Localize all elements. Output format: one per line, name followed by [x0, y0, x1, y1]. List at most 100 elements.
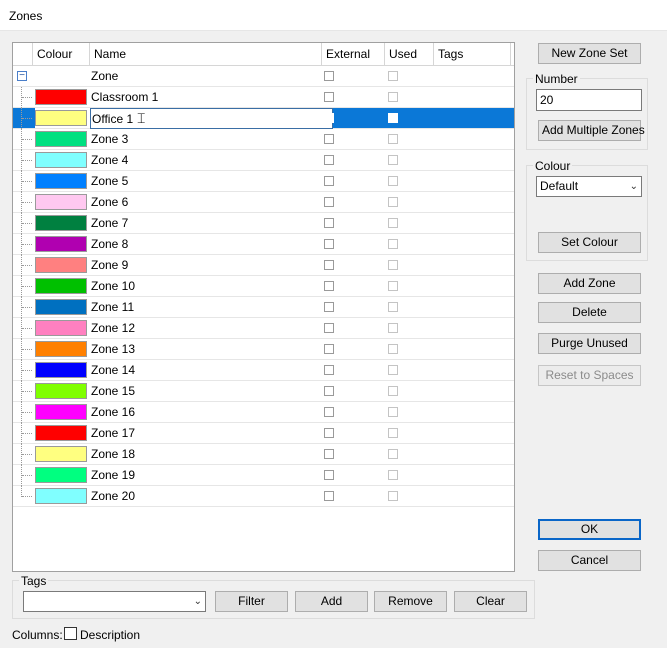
- zone-name-cell[interactable]: Zone 14: [90, 360, 333, 381]
- external-checkbox[interactable]: [324, 470, 334, 480]
- zone-row[interactable]: Zone 16: [13, 402, 514, 423]
- external-checkbox[interactable]: [324, 449, 334, 459]
- zone-row[interactable]: Zone 18: [13, 444, 514, 465]
- zone-row[interactable]: Zone 20: [13, 486, 514, 507]
- zone-name-cell[interactable]: Zone 9: [90, 255, 333, 276]
- cancel-button[interactable]: Cancel: [538, 550, 641, 571]
- colour-swatch[interactable]: [35, 89, 87, 105]
- number-input[interactable]: 20: [536, 89, 642, 111]
- zone-name-cell[interactable]: Zone 3: [90, 129, 333, 150]
- zone-row[interactable]: Zone 14: [13, 360, 514, 381]
- external-checkbox[interactable]: [324, 365, 334, 375]
- tags-select[interactable]: ⌄: [23, 591, 206, 612]
- zone-row[interactable]: Zone 13: [13, 339, 514, 360]
- zone-row[interactable]: Zone 12: [13, 318, 514, 339]
- filter-button[interactable]: Filter: [215, 591, 288, 612]
- zone-row[interactable]: Classroom 1: [13, 87, 514, 108]
- colour-swatch[interactable]: [35, 320, 87, 336]
- group-row-zone[interactable]: − Zone: [13, 66, 514, 87]
- collapse-icon[interactable]: −: [17, 71, 27, 81]
- add-zone-button[interactable]: Add Zone: [538, 273, 641, 294]
- colour-swatch[interactable]: [35, 173, 87, 189]
- zone-name-cell[interactable]: Zone 6: [90, 192, 333, 213]
- external-checkbox[interactable]: [324, 113, 334, 123]
- external-checkbox[interactable]: [324, 428, 334, 438]
- zone-row[interactable]: Zone 5: [13, 171, 514, 192]
- colour-swatch[interactable]: [35, 341, 87, 357]
- zone-row[interactable]: Zone 8: [13, 234, 514, 255]
- zone-name-cell[interactable]: Zone 10: [90, 276, 333, 297]
- zone-name-cell[interactable]: Zone 18: [90, 444, 333, 465]
- colour-swatch[interactable]: [35, 425, 87, 441]
- zone-row[interactable]: Zone 4: [13, 150, 514, 171]
- colour-swatch[interactable]: [35, 152, 87, 168]
- reset-to-spaces-button[interactable]: Reset to Spaces: [538, 365, 641, 386]
- colour-swatch[interactable]: [35, 362, 87, 378]
- header-tags[interactable]: Tags: [434, 43, 511, 65]
- zone-name-cell[interactable]: Zone 7: [90, 213, 333, 234]
- zone-name-cell[interactable]: Zone 5: [90, 171, 333, 192]
- description-checkbox[interactable]: [64, 627, 77, 640]
- header-name[interactable]: Name: [90, 43, 322, 65]
- add-multiple-zones-button[interactable]: Add Multiple Zones: [538, 120, 645, 141]
- external-checkbox[interactable]: [324, 155, 334, 165]
- zone-row[interactable]: Zone 9: [13, 255, 514, 276]
- zone-row[interactable]: Zone 11: [13, 297, 514, 318]
- colour-swatch[interactable]: [35, 110, 87, 126]
- add-tag-button[interactable]: Add: [295, 591, 368, 612]
- external-checkbox[interactable]: [324, 176, 334, 186]
- external-checkbox[interactable]: [324, 134, 334, 144]
- colour-swatch[interactable]: [35, 446, 87, 462]
- zone-name-cell[interactable]: Zone 20: [90, 486, 333, 507]
- colour-swatch[interactable]: [35, 467, 87, 483]
- purge-unused-button[interactable]: Purge Unused: [538, 333, 641, 354]
- external-checkbox[interactable]: [324, 197, 334, 207]
- colour-swatch[interactable]: [35, 236, 87, 252]
- external-checkbox[interactable]: [324, 323, 334, 333]
- external-checkbox[interactable]: [324, 344, 334, 354]
- zone-row[interactable]: Zone 17: [13, 423, 514, 444]
- zone-name-cell[interactable]: Zone 15: [90, 381, 333, 402]
- external-checkbox[interactable]: [324, 71, 334, 81]
- external-checkbox[interactable]: [324, 302, 334, 312]
- external-checkbox[interactable]: [324, 260, 334, 270]
- new-zone-set-button[interactable]: New Zone Set: [538, 43, 641, 64]
- zone-name-cell[interactable]: Zone 13: [90, 339, 333, 360]
- clear-tags-button[interactable]: Clear: [454, 591, 527, 612]
- external-checkbox[interactable]: [324, 407, 334, 417]
- zone-name-cell[interactable]: Zone 16: [90, 402, 333, 423]
- zone-row[interactable]: Zone 19: [13, 465, 514, 486]
- zone-name-cell[interactable]: Classroom 1: [90, 87, 333, 108]
- zone-row[interactable]: Zone 7: [13, 213, 514, 234]
- zone-row[interactable]: Zone 6: [13, 192, 514, 213]
- colour-select[interactable]: Default ⌄: [536, 176, 642, 197]
- external-checkbox[interactable]: [324, 491, 334, 501]
- zone-row[interactable]: Zone 15: [13, 381, 514, 402]
- zones-grid[interactable]: Colour Name External Used Tags − Zone Clas…: [12, 42, 515, 572]
- zone-name-cell[interactable]: Zone 19: [90, 465, 333, 486]
- colour-swatch[interactable]: [35, 488, 87, 504]
- colour-swatch[interactable]: [35, 278, 87, 294]
- external-checkbox[interactable]: [324, 386, 334, 396]
- header-used[interactable]: Used: [385, 43, 434, 65]
- zone-row[interactable]: Zone 3: [13, 129, 514, 150]
- external-checkbox[interactable]: [324, 218, 334, 228]
- zone-row[interactable]: Zone 10: [13, 276, 514, 297]
- external-checkbox[interactable]: [324, 281, 334, 291]
- zone-name-cell[interactable]: Zone 12: [90, 318, 333, 339]
- ok-button[interactable]: OK: [538, 519, 641, 540]
- set-colour-button[interactable]: Set Colour: [538, 232, 641, 253]
- zone-name-cell[interactable]: Zone 4: [90, 150, 333, 171]
- header-external[interactable]: External: [322, 43, 385, 65]
- colour-swatch[interactable]: [35, 383, 87, 399]
- colour-swatch[interactable]: [35, 215, 87, 231]
- zone-row[interactable]: Office 1 ⌶: [13, 108, 514, 129]
- zone-name-cell[interactable]: Office 1: [90, 108, 333, 129]
- colour-swatch[interactable]: [35, 131, 87, 147]
- zone-name-cell[interactable]: Zone 17: [90, 423, 333, 444]
- zone-name-cell[interactable]: Zone 8: [90, 234, 333, 255]
- colour-swatch[interactable]: [35, 404, 87, 420]
- colour-swatch[interactable]: [35, 299, 87, 315]
- external-checkbox[interactable]: [324, 239, 334, 249]
- zone-name-cell[interactable]: Zone 11: [90, 297, 333, 318]
